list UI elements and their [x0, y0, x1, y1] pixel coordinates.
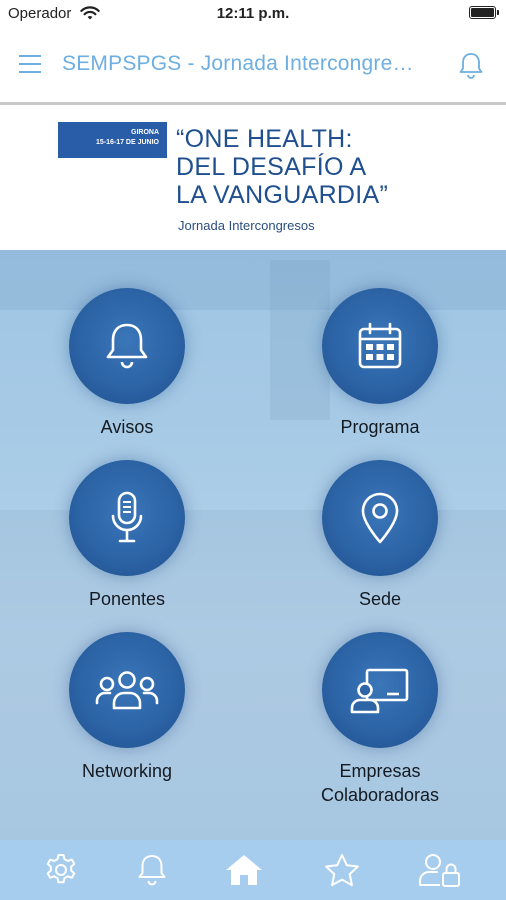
menu-tile-ponentes[interactable]: Ponentes: [27, 460, 227, 611]
bell-icon: [106, 323, 148, 369]
bell-icon: [138, 855, 166, 886]
bottom-tab-bar: [0, 840, 506, 900]
avisos-circle[interactable]: [69, 288, 185, 404]
menu-grid: Avisos Programa Ponentes Sede Networking…: [0, 250, 506, 840]
gear-icon: [46, 854, 76, 884]
presentation-board-icon: [350, 668, 409, 714]
menu-tile-sede[interactable]: Sede: [280, 460, 480, 611]
menu-tile-networking[interactable]: Networking: [27, 632, 227, 783]
event-headline: “ONE HEALTH: DEL DESAFÍO A LA VANGUARDIA…: [176, 125, 389, 209]
notifications-bell-icon[interactable]: [456, 50, 486, 80]
event-dates: 15-16-17 DE JUNIO: [95, 139, 159, 146]
empresas-label: Empresas Colaboradoras: [320, 761, 440, 805]
tab-settings[interactable]: [39, 848, 83, 892]
tab-favorites[interactable]: [320, 848, 364, 892]
event-banner: GIRONA 15-16-17 DE JUNIO “ONE HEALTH: DE…: [0, 105, 506, 250]
home-icon: [226, 855, 262, 885]
tab-profile[interactable]: [418, 848, 462, 892]
navigation-bar: SEMPSPGS - Jornada Intercongresos: [0, 28, 506, 102]
event-subtitle: Jornada Intercongresos: [178, 218, 315, 233]
networking-circle[interactable]: [69, 632, 185, 748]
event-city: GIRONA: [131, 129, 159, 136]
menu-tile-empresas-colaboradoras[interactable]: Empresas Colaboradoras: [280, 632, 480, 807]
empresas-circle[interactable]: [322, 632, 438, 748]
tab-notifications[interactable]: [130, 848, 174, 892]
sede-circle[interactable]: [322, 460, 438, 576]
people-group-icon: [95, 671, 159, 710]
programa-circle[interactable]: [322, 288, 438, 404]
status-bar: Operador 12:11 p.m.: [0, 0, 506, 28]
menu-tile-avisos[interactable]: Avisos: [27, 288, 227, 439]
clock: 12:11 p.m.: [216, 5, 290, 22]
microphone-icon: [111, 491, 143, 543]
ponentes-label: Ponentes: [88, 589, 166, 609]
avisos-label: Avisos: [100, 417, 154, 437]
programa-label: Programa: [340, 417, 420, 437]
menu-tile-programa[interactable]: Programa: [280, 288, 480, 439]
user-lock-icon: [419, 854, 460, 887]
location-pin-icon: [361, 492, 399, 544]
page-title: SEMPSPGS - Jornada Intercongresos: [62, 52, 422, 75]
networking-label: Networking: [81, 761, 173, 781]
battery-icon: [469, 6, 499, 19]
hamburger-menu-icon[interactable]: [16, 50, 44, 78]
ponentes-circle[interactable]: [69, 460, 185, 576]
tab-home[interactable]: [222, 848, 266, 892]
calendar-icon: [358, 322, 402, 369]
event-dates-box: GIRONA 15-16-17 DE JUNIO: [58, 122, 167, 158]
star-icon: [325, 854, 359, 887]
sede-label: Sede: [358, 589, 402, 609]
